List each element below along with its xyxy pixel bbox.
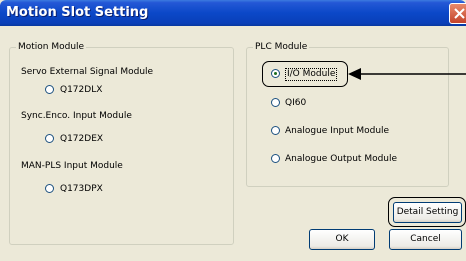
arrow-icon [348, 68, 466, 80]
cancel-button[interactable]: Cancel [389, 229, 462, 250]
title-bar: Motion Slot Setting [0, 0, 466, 26]
radio-q172dlx-label[interactable]: Q172DLX [60, 84, 102, 96]
detail-setting-callout [388, 197, 466, 227]
servo-external-signal-label: Servo External Signal Module [21, 67, 154, 77]
radio-q172dlx[interactable] [45, 85, 54, 94]
radio-analogue-output[interactable] [271, 154, 280, 163]
radio-q173dpx-label[interactable]: Q173DPX [60, 183, 103, 195]
close-button[interactable] [449, 3, 466, 24]
radio-q172dex-label[interactable]: Q172DEX [60, 133, 103, 145]
io-module-callout [262, 61, 348, 87]
close-icon [454, 8, 465, 19]
radio-analogue-output-label[interactable]: Analogue Output Module [285, 153, 397, 165]
radio-analogue-input[interactable] [271, 126, 280, 135]
radio-q173dpx[interactable] [45, 184, 54, 193]
radio-analogue-input-label[interactable]: Analogue Input Module [285, 125, 389, 137]
plc-module-group-label: PLC Module [253, 41, 310, 53]
man-pls-input-label: MAN-PLS Input Module [21, 161, 123, 171]
sync-enco-input-label: Sync.Enco. Input Module [21, 111, 132, 121]
radio-q172dex[interactable] [45, 134, 54, 143]
dialog-window: Motion Slot Setting Motion Module Servo … [0, 0, 466, 261]
ok-button[interactable]: OK [309, 229, 375, 250]
motion-module-group-label: Motion Module [16, 41, 87, 53]
radio-qi60-label[interactable]: QI60 [285, 97, 306, 109]
window-title: Motion Slot Setting [6, 5, 149, 20]
radio-qi60[interactable] [271, 98, 280, 107]
